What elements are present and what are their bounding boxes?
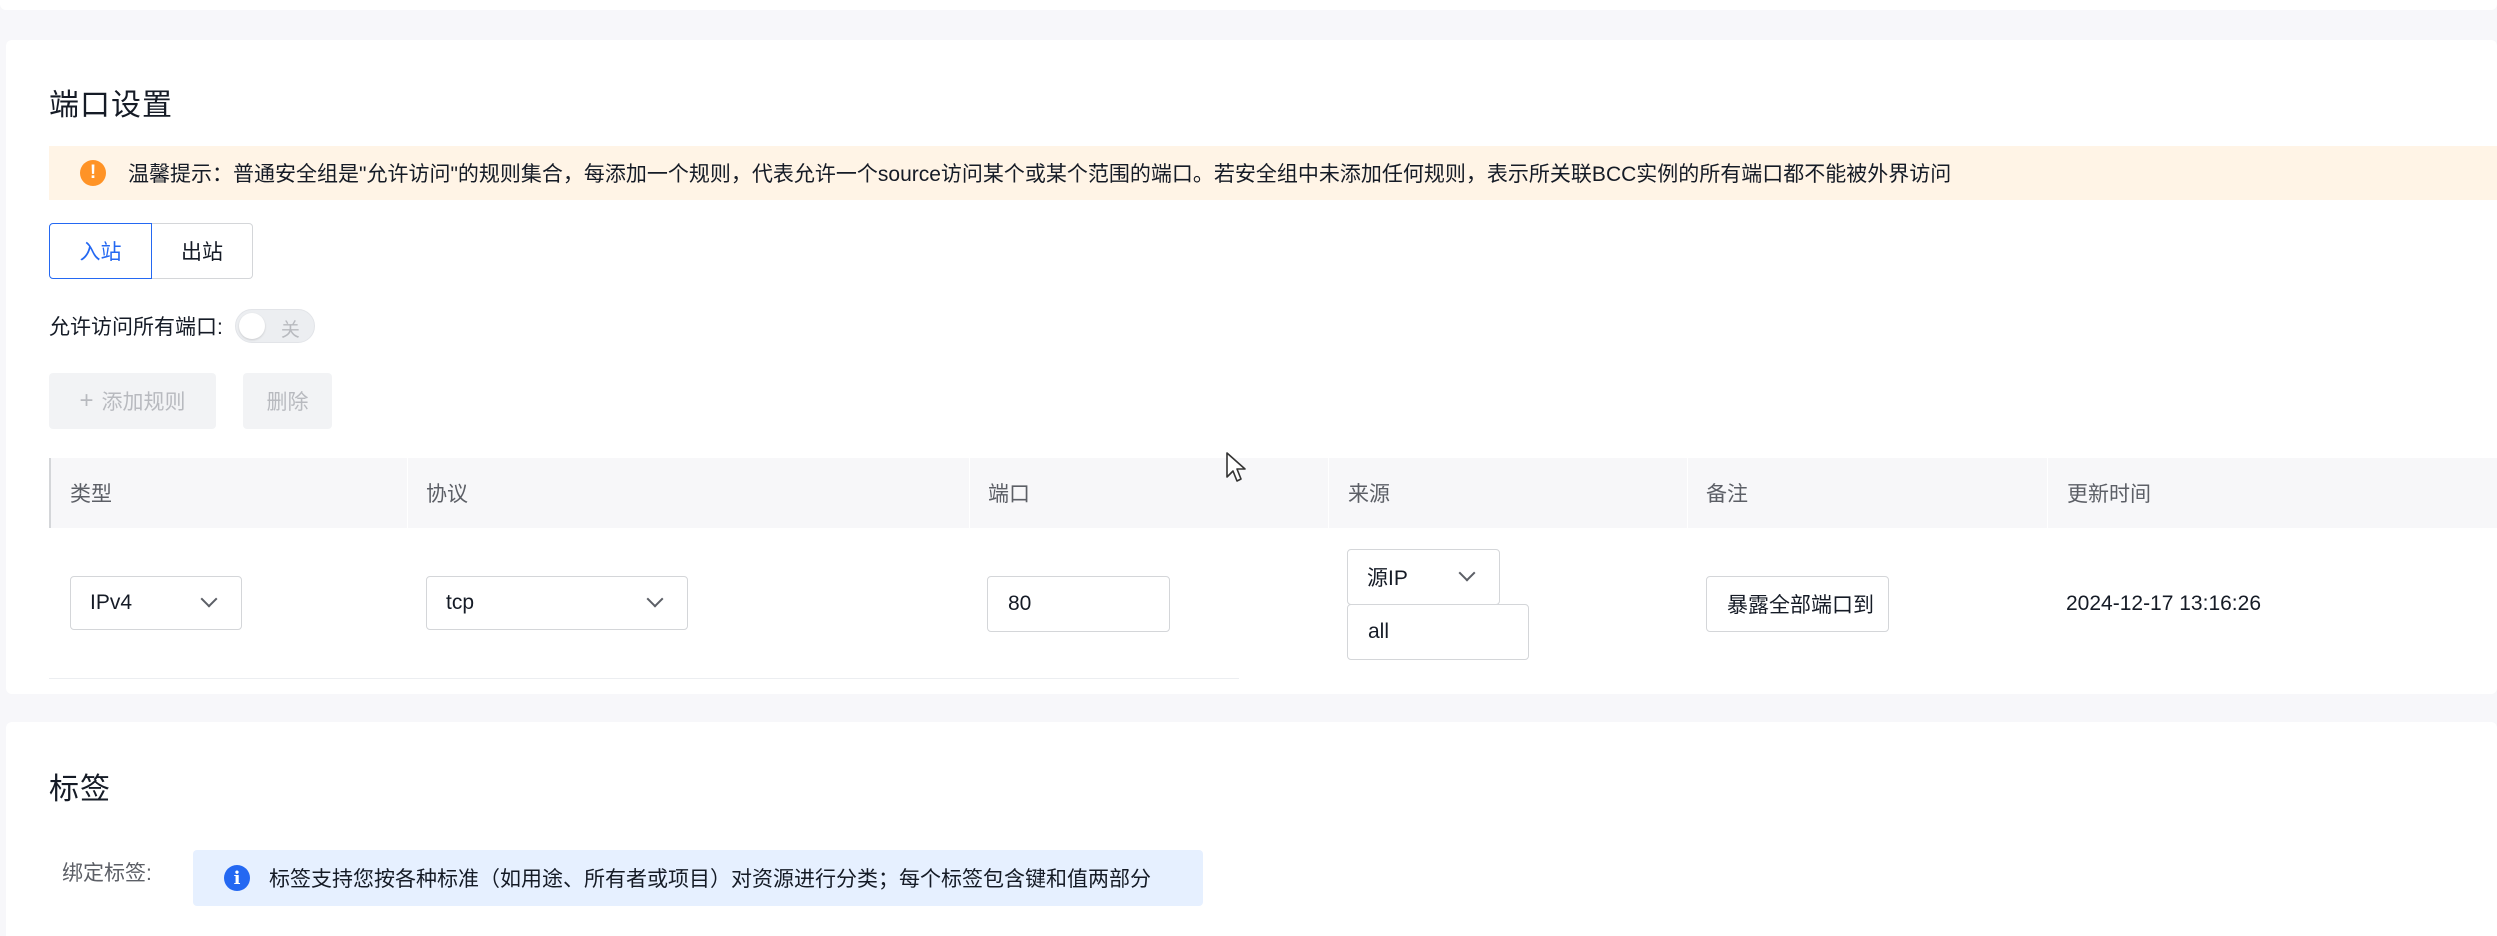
switch-knob: [238, 313, 265, 339]
warning-icon: !: [80, 160, 106, 186]
column-header-source: 来源: [1348, 483, 1390, 506]
chevron-down-icon: [201, 596, 215, 610]
rules-table-header: 类型 协议 端口 来源 备注 更新时间: [49, 458, 2497, 528]
port-section-title: 端口设置: [49, 89, 173, 122]
protocol-select-value: tcp: [446, 591, 475, 614]
allow-all-ports-switch[interactable]: 关: [234, 309, 315, 343]
column-divider: [969, 458, 970, 528]
updated-time: 2024-12-17 13:16:26: [2066, 592, 2261, 615]
tag-info-notice: i 标签支持您按各种标准（如用途、所有者或项目）对资源进行分类；每个标签包含键和…: [193, 850, 1203, 906]
column-header-remark: 备注: [1706, 483, 1748, 506]
source-type-value: 源IP: [1367, 567, 1408, 590]
source-type-select[interactable]: 源IP: [1347, 549, 1500, 605]
warning-text: 温馨提示：普通安全组是"允许访问"的规则集合，每添加一个规则，代表允许一个sou…: [128, 163, 1952, 186]
type-select-value: IPv4: [90, 591, 133, 614]
port-input[interactable]: 80: [987, 576, 1170, 632]
warning-notice: ! 温馨提示：普通安全组是"允许访问"的规则集合，每添加一个规则，代表允许一个s…: [49, 146, 2497, 200]
remark-input[interactable]: 暴露全部端口到: [1706, 576, 1889, 632]
tag-section-title: 标签: [49, 773, 111, 806]
add-rule-button[interactable]: + 添加规则: [49, 373, 216, 429]
type-select[interactable]: IPv4: [70, 576, 242, 630]
chevron-down-icon: [1459, 570, 1473, 584]
delete-button[interactable]: 删除: [243, 373, 332, 429]
tab-outbound[interactable]: 出站: [152, 223, 253, 279]
column-header-updated: 更新时间: [2067, 483, 2151, 506]
source-value-input[interactable]: all: [1347, 604, 1529, 660]
tab-inbound[interactable]: 入站: [49, 223, 152, 279]
column-header-protocol: 协议: [426, 483, 468, 506]
column-header-port: 端口: [988, 483, 1030, 506]
column-divider: [1328, 458, 1329, 528]
add-rule-label: 添加规则: [101, 391, 186, 414]
top-card: [0, 0, 2497, 10]
tag-info-text: 标签支持您按各种标准（如用途、所有者或项目）对资源进行分类；每个标签包含键和值两…: [269, 868, 1151, 891]
chevron-down-icon: [647, 596, 661, 610]
column-divider: [2047, 458, 2048, 528]
mouse-cursor-icon: [1226, 452, 1246, 482]
info-icon: i: [224, 865, 250, 891]
column-divider: [1687, 458, 1688, 528]
column-header-type: 类型: [70, 483, 112, 506]
allow-all-ports-row: 允许访问所有端口: 关: [49, 309, 315, 343]
allow-all-ports-label: 允许访问所有端口:: [49, 316, 223, 339]
column-divider: [407, 458, 408, 528]
direction-tabs: 入站 出站: [49, 223, 253, 279]
switch-state-text: 关: [280, 320, 300, 341]
row-divider: [49, 678, 1239, 679]
plus-icon: +: [79, 387, 94, 414]
bind-tags-label: 绑定标签:: [62, 862, 152, 885]
protocol-select[interactable]: tcp: [426, 576, 688, 630]
